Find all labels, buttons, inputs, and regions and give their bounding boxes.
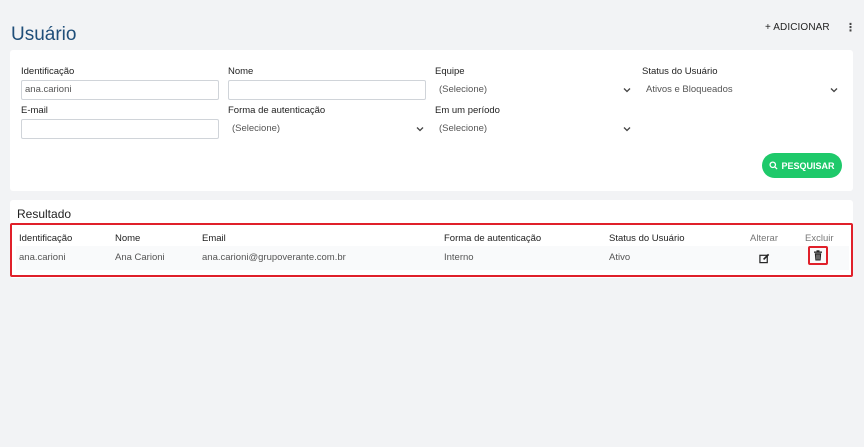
periodo-select[interactable]: (Selecione) <box>435 119 637 139</box>
equipe-select[interactable]: (Selecione) <box>435 80 637 100</box>
column-header-nome: Nome <box>115 233 141 244</box>
equipe-field: Equipe (Selecione) <box>435 65 637 100</box>
email-field: E-mail <box>21 104 219 139</box>
search-button-label: PESQUISAR <box>781 160 835 171</box>
column-header-alterar: Alterar <box>750 233 778 244</box>
edit-button[interactable] <box>759 251 770 269</box>
more-options-button[interactable]: ⋮ <box>845 21 856 34</box>
identificacao-field: Identificação ana.carioni <box>21 65 219 100</box>
forma-label: Forma de autenticação <box>228 105 326 116</box>
periodo-select-value: (Selecione) <box>439 123 488 134</box>
delete-button[interactable] <box>808 246 828 265</box>
filter-panel: Identificação ana.carioni Nome Equipe (S… <box>10 50 853 191</box>
equipe-select-value: (Selecione) <box>439 84 488 95</box>
chevron-down-icon <box>416 127 424 132</box>
periodo-label: Em um período <box>435 105 500 116</box>
edit-icon <box>759 253 770 264</box>
nome-field: Nome <box>228 65 426 100</box>
status-field: Status do Usuário Ativos e Bloqueados <box>642 65 844 100</box>
add-button[interactable]: + ADICIONAR <box>765 22 830 33</box>
cell-email: ana.carioni@grupoverante.com.br <box>202 252 346 263</box>
page-title: Usuário <box>11 24 77 45</box>
cell-nome: Ana Carioni <box>115 252 165 263</box>
cell-status: Ativo <box>609 252 631 263</box>
cell-forma: Interno <box>444 252 474 263</box>
result-title: Resultado <box>17 207 72 221</box>
search-icon <box>769 161 779 170</box>
search-button[interactable]: PESQUISAR <box>762 153 842 178</box>
column-header-forma: Forma de autenticação <box>444 233 542 244</box>
forma-field: Forma de autenticação (Selecione) <box>228 104 430 139</box>
periodo-field: Em um período (Selecione) <box>435 104 637 139</box>
equipe-label: Equipe <box>435 66 465 77</box>
status-label: Status do Usuário <box>642 66 718 77</box>
column-header-email: Email <box>202 233 226 244</box>
identificacao-label: Identificação <box>21 66 75 77</box>
nome-label: Nome <box>228 66 254 77</box>
forma-select[interactable]: (Selecione) <box>228 119 430 139</box>
result-panel: Resultado Identificação Nome Email Forma… <box>10 200 853 278</box>
identificacao-input[interactable]: ana.carioni <box>21 80 219 100</box>
column-header-identificacao: Identificação <box>19 233 73 244</box>
column-header-excluir: Excluir <box>805 233 834 244</box>
status-select-value: Ativos e Bloqueados <box>646 84 733 95</box>
nome-input[interactable] <box>228 80 426 100</box>
column-header-status: Status do Usuário <box>609 233 685 244</box>
chevron-down-icon <box>623 127 631 132</box>
trash-icon <box>814 250 822 261</box>
cell-identificacao: ana.carioni <box>19 252 66 263</box>
email-input[interactable] <box>21 119 219 139</box>
chevron-down-icon <box>623 88 631 93</box>
chevron-down-icon <box>830 88 838 93</box>
forma-select-value: (Selecione) <box>232 123 281 134</box>
result-table: Identificação Nome Email Forma de autent… <box>10 223 853 277</box>
status-select[interactable]: Ativos e Bloqueados <box>642 80 844 100</box>
email-label: E-mail <box>21 105 48 116</box>
